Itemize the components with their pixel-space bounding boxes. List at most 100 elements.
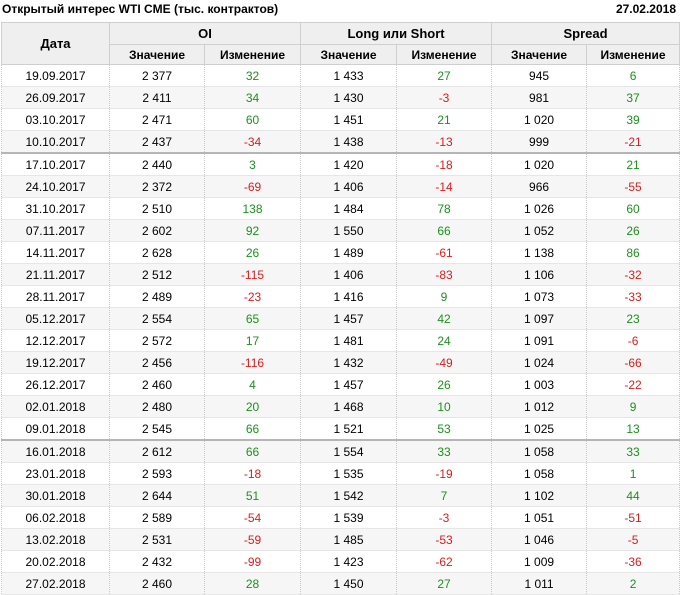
- cell-oi-change: -116: [203, 351, 302, 374]
- table-row: 28.11.2017 2 489 -23 1 416 9 1 073 -33: [1, 285, 680, 308]
- cell-spread-value: 1 046: [491, 528, 588, 551]
- cell-date: 31.10.2017: [1, 197, 110, 220]
- cell-oi-change: 65: [203, 307, 302, 330]
- table-row: 24.10.2017 2 372 -69 1 406 -14 966 -55: [1, 175, 680, 198]
- cell-ls-value: 1 416: [300, 285, 398, 308]
- cell-spread-change: 6: [586, 64, 680, 87]
- cell-ls-change: 42: [396, 307, 493, 330]
- cell-spread-value: 1 106: [491, 263, 588, 286]
- cell-date: 28.11.2017: [1, 285, 110, 308]
- cell-oi-change: 3: [203, 152, 302, 176]
- cell-date: 09.01.2018: [1, 417, 110, 441]
- cell-spread-value: 1 012: [491, 395, 588, 418]
- cell-ls-change: 26: [396, 373, 493, 396]
- cell-spread-change: -5: [586, 528, 680, 551]
- cell-oi-change: 138: [203, 197, 302, 220]
- cell-ls-change: -18: [396, 152, 493, 176]
- cell-oi-value: 2 460: [109, 572, 205, 595]
- cell-ls-value: 1 430: [300, 86, 398, 109]
- cell-ls-value: 1 432: [300, 351, 398, 374]
- table-row: 20.02.2018 2 432 -99 1 423 -62 1 009 -36: [1, 550, 680, 573]
- cell-spread-value: 1 009: [491, 550, 588, 573]
- table-row: 09.01.2018 2 545 66 1 521 53 1 025 13: [1, 417, 680, 441]
- table-row: 02.01.2018 2 480 20 1 468 10 1 012 9: [1, 395, 680, 418]
- cell-ls-value: 1 433: [300, 64, 398, 87]
- cell-oi-value: 2 411: [109, 86, 205, 109]
- cell-spread-change: 86: [586, 241, 680, 264]
- cell-oi-value: 2 480: [109, 395, 205, 418]
- cell-oi-value: 2 471: [109, 108, 205, 131]
- cell-ls-value: 1 521: [300, 417, 398, 441]
- cell-ls-change: -62: [396, 550, 493, 573]
- cell-spread-value: 1 058: [491, 462, 588, 485]
- cell-ls-change: 9: [396, 285, 493, 308]
- cell-spread-change: -36: [586, 550, 680, 573]
- cell-ls-value: 1 484: [300, 197, 398, 220]
- cell-spread-value: 1 097: [491, 307, 588, 330]
- cell-oi-change: -34: [203, 130, 302, 154]
- header-long-short: Long или Short: [300, 22, 493, 45]
- cell-date: 16.01.2018: [1, 439, 110, 463]
- cell-spread-change: 1: [586, 462, 680, 485]
- cell-oi-value: 2 644: [109, 484, 205, 507]
- cell-ls-change: 27: [396, 64, 493, 87]
- cell-ls-change: -61: [396, 241, 493, 264]
- cell-spread-change: -32: [586, 263, 680, 286]
- cell-ls-change: -3: [396, 86, 493, 109]
- cell-oi-value: 2 589: [109, 506, 205, 529]
- table-row: 13.02.2018 2 531 -59 1 485 -53 1 046 -5: [1, 528, 680, 551]
- table-row: 31.10.2017 2 510 138 1 484 78 1 026 60: [1, 197, 680, 220]
- cell-ls-value: 1 485: [300, 528, 398, 551]
- cell-spread-value: 1 020: [491, 152, 588, 176]
- cell-ls-value: 1 406: [300, 263, 398, 286]
- cell-ls-value: 1 489: [300, 241, 398, 264]
- cell-oi-change: 32: [203, 64, 302, 87]
- cell-ls-change: 53: [396, 417, 493, 441]
- cell-spread-value: 1 073: [491, 285, 588, 308]
- header-spread-change: Изменение: [586, 44, 680, 65]
- cell-oi-value: 2 510: [109, 197, 205, 220]
- cell-ls-value: 1 457: [300, 307, 398, 330]
- cell-oi-value: 2 512: [109, 263, 205, 286]
- cell-oi-value: 2 489: [109, 285, 205, 308]
- cell-oi-change: 34: [203, 86, 302, 109]
- cell-oi-change: 20: [203, 395, 302, 418]
- cell-date: 05.12.2017: [1, 307, 110, 330]
- table-row: 03.10.2017 2 471 60 1 451 21 1 020 39: [1, 108, 680, 131]
- cell-spread-change: 2: [586, 572, 680, 595]
- cell-ls-change: -14: [396, 175, 493, 198]
- cell-spread-value: 1 026: [491, 197, 588, 220]
- cell-spread-change: 9: [586, 395, 680, 418]
- cell-ls-change: -83: [396, 263, 493, 286]
- table-row: 26.12.2017 2 460 4 1 457 26 1 003 -22: [1, 373, 680, 396]
- cell-spread-value: 1 058: [491, 439, 588, 463]
- cell-oi-change: 4: [203, 373, 302, 396]
- table-row: 17.10.2017 2 440 3 1 420 -18 1 020 21: [1, 152, 680, 176]
- cell-date: 20.02.2018: [1, 550, 110, 573]
- cell-ls-change: -49: [396, 351, 493, 374]
- cell-oi-change: -115: [203, 263, 302, 286]
- cell-oi-change: 51: [203, 484, 302, 507]
- cell-oi-change: -18: [203, 462, 302, 485]
- cell-spread-value: 966: [491, 175, 588, 198]
- cell-spread-change: 26: [586, 219, 680, 242]
- cell-spread-value: 1 051: [491, 506, 588, 529]
- cell-oi-change: 66: [203, 439, 302, 463]
- cell-ls-value: 1 420: [300, 152, 398, 176]
- cell-spread-value: 981: [491, 86, 588, 109]
- cell-oi-change: -69: [203, 175, 302, 198]
- cell-date: 03.10.2017: [1, 108, 110, 131]
- cell-spread-change: -6: [586, 329, 680, 352]
- cell-oi-value: 2 440: [109, 152, 205, 176]
- cell-ls-value: 1 450: [300, 572, 398, 595]
- cell-date: 26.12.2017: [1, 373, 110, 396]
- cell-ls-change: -13: [396, 130, 493, 154]
- table-row: 10.10.2017 2 437 -34 1 438 -13 999 -21: [1, 130, 680, 154]
- cell-date: 17.10.2017: [1, 152, 110, 176]
- cell-date: 19.09.2017: [1, 64, 110, 87]
- cell-date: 19.12.2017: [1, 351, 110, 374]
- table-row: 26.09.2017 2 411 34 1 430 -3 981 37: [1, 86, 680, 109]
- cell-oi-value: 2 460: [109, 373, 205, 396]
- cell-spread-value: 1 102: [491, 484, 588, 507]
- cell-spread-value: 945: [491, 64, 588, 87]
